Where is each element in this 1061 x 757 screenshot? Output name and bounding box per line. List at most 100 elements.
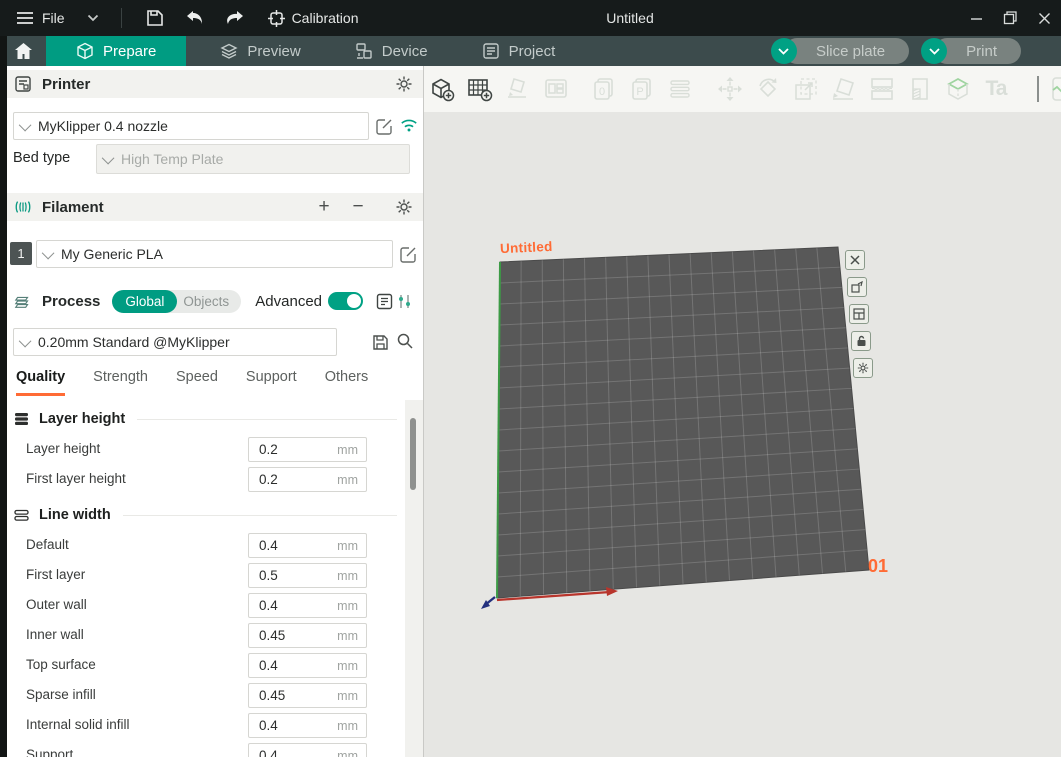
calibration-button[interactable]: Calibration: [268, 10, 359, 27]
calibration-icon: [268, 10, 285, 27]
remove-filament-button[interactable]: −: [347, 196, 369, 218]
undo-button[interactable]: [178, 4, 212, 32]
tab-strength[interactable]: Strength: [93, 369, 148, 396]
plate-settings-button[interactable]: [849, 304, 869, 324]
scope-objects-button[interactable]: Objects: [177, 294, 241, 309]
tab-others[interactable]: Others: [325, 369, 369, 396]
add-model-button[interactable]: [427, 74, 457, 104]
object-list-button[interactable]: [665, 74, 695, 104]
print-button[interactable]: Print: [934, 38, 1021, 64]
viewport-toolbar: 0 P: [424, 66, 1061, 112]
close-button[interactable]: [1027, 0, 1061, 36]
rotate-tool-button[interactable]: [753, 74, 783, 104]
param-input[interactable]: 0.5 mm: [248, 563, 367, 588]
save-button[interactable]: [138, 4, 172, 32]
lock-plate-button[interactable]: [851, 331, 871, 351]
tab-device[interactable]: Device: [335, 36, 448, 66]
param-input[interactable]: 0.2 mm: [248, 467, 367, 492]
parameter-list-icon[interactable]: [375, 292, 393, 310]
param-input[interactable]: 0.4 mm: [248, 593, 367, 618]
move-tool-button[interactable]: [715, 74, 745, 104]
cut-tool-button[interactable]: [867, 74, 897, 104]
unit-label: mm: [337, 689, 358, 703]
build-plate[interactable]: [424, 66, 1061, 757]
arrange-plate-button[interactable]: [847, 277, 867, 297]
scope-global-button[interactable]: Global: [112, 290, 177, 313]
printer-section-header: Printer: [7, 70, 423, 98]
tab-project[interactable]: Project: [462, 36, 576, 66]
tab-preview[interactable]: Preview: [200, 36, 320, 66]
slice-options-button[interactable]: [771, 38, 797, 64]
redo-button[interactable]: [218, 4, 252, 32]
param-row-default: Default 0.4 mm: [7, 533, 405, 558]
save-preset-icon[interactable]: [371, 333, 389, 351]
search-settings-icon[interactable]: [396, 332, 414, 350]
bed-type-dropdown[interactable]: High Temp Plate: [96, 144, 410, 174]
text-tool-button[interactable]: Ta: [981, 74, 1011, 104]
tab-quality[interactable]: Quality: [16, 369, 65, 396]
process-preset-combo[interactable]: 0.20mm Standard @MyKlipper: [13, 328, 337, 356]
printer-settings-gear-icon[interactable]: [395, 75, 413, 93]
file-menu-button[interactable]: File: [16, 10, 99, 26]
param-input[interactable]: 0.4 mm: [248, 713, 367, 738]
scrollbar-thumb[interactable]: [410, 418, 416, 490]
filament-slot-badge: 1: [10, 242, 32, 265]
viewport-3d[interactable]: Untitled 01: [424, 66, 1061, 757]
compare-presets-icon[interactable]: [395, 292, 413, 310]
param-row-inner-wall: Inner wall 0.45 mm: [7, 623, 405, 648]
param-row-top-surface: Top surface 0.4 mm: [7, 653, 405, 678]
tab-speed[interactable]: Speed: [176, 369, 218, 396]
lock-icon: [856, 335, 867, 347]
add-plate-button[interactable]: [465, 74, 495, 104]
device-icon: [355, 42, 373, 60]
import-geometry-button[interactable]: 0: [589, 74, 619, 104]
unit-label: mm: [337, 719, 358, 733]
svg-text:P: P: [636, 86, 643, 98]
import-preset-button[interactable]: P: [627, 74, 657, 104]
support-painting-button[interactable]: [905, 74, 935, 104]
unit-label: mm: [337, 599, 358, 613]
hamburger-icon: [16, 11, 34, 25]
gear-icon: [857, 362, 869, 374]
unit-label: mm: [337, 443, 358, 457]
chevron-down-icon: [929, 48, 940, 55]
maximize-button[interactable]: [993, 0, 1027, 36]
add-filament-button[interactable]: +: [313, 196, 335, 218]
lay-on-face-button[interactable]: [829, 74, 859, 104]
tab-device-label: Device: [382, 43, 428, 60]
edit-filament-icon[interactable]: [399, 245, 417, 263]
printer-connection-wifi-icon[interactable]: [400, 116, 418, 134]
param-input[interactable]: 0.45 mm: [248, 683, 367, 708]
seam-painting-button[interactable]: [1049, 74, 1061, 104]
color-painting-button[interactable]: [943, 74, 973, 104]
minimize-button[interactable]: [959, 0, 993, 36]
file-menu-label: File: [42, 10, 65, 26]
process-scope-switch: Global Objects: [112, 290, 241, 313]
param-input[interactable]: 0.4 mm: [248, 743, 367, 757]
filament-preset-combo[interactable]: My Generic PLA: [36, 240, 393, 268]
slice-plate-button[interactable]: Slice plate: [784, 38, 909, 64]
chevron-down-icon: [778, 48, 789, 55]
advanced-toggle[interactable]: [328, 292, 363, 310]
z-axis-arrow: [481, 597, 495, 609]
edit-printer-icon[interactable]: [375, 117, 393, 135]
param-input[interactable]: 0.2 mm: [248, 437, 367, 462]
param-input[interactable]: 0.45 mm: [248, 623, 367, 648]
param-input[interactable]: 0.4 mm: [248, 653, 367, 678]
tab-prepare[interactable]: Prepare: [46, 36, 186, 66]
printer-preset-combo[interactable]: MyKlipper 0.4 nozzle: [13, 112, 369, 140]
arrange-button[interactable]: [541, 74, 571, 104]
print-options-button[interactable]: [921, 38, 947, 64]
plate-gear-button[interactable]: [853, 358, 873, 378]
orca-slicer-window: File Calibration Untitled: [0, 0, 1061, 757]
params-scrollbar[interactable]: [405, 400, 423, 757]
param-row-first-layer: First layer 0.5 mm: [7, 563, 405, 588]
filament-settings-gear-icon[interactable]: [395, 198, 413, 216]
scale-tool-button[interactable]: [791, 74, 821, 104]
tab-support[interactable]: Support: [246, 369, 297, 396]
param-input[interactable]: 0.4 mm: [248, 533, 367, 558]
param-label: Inner wall: [26, 627, 84, 642]
window-title: Untitled: [540, 0, 720, 36]
delete-plate-button[interactable]: [845, 250, 865, 270]
auto-orient-button[interactable]: [503, 74, 533, 104]
